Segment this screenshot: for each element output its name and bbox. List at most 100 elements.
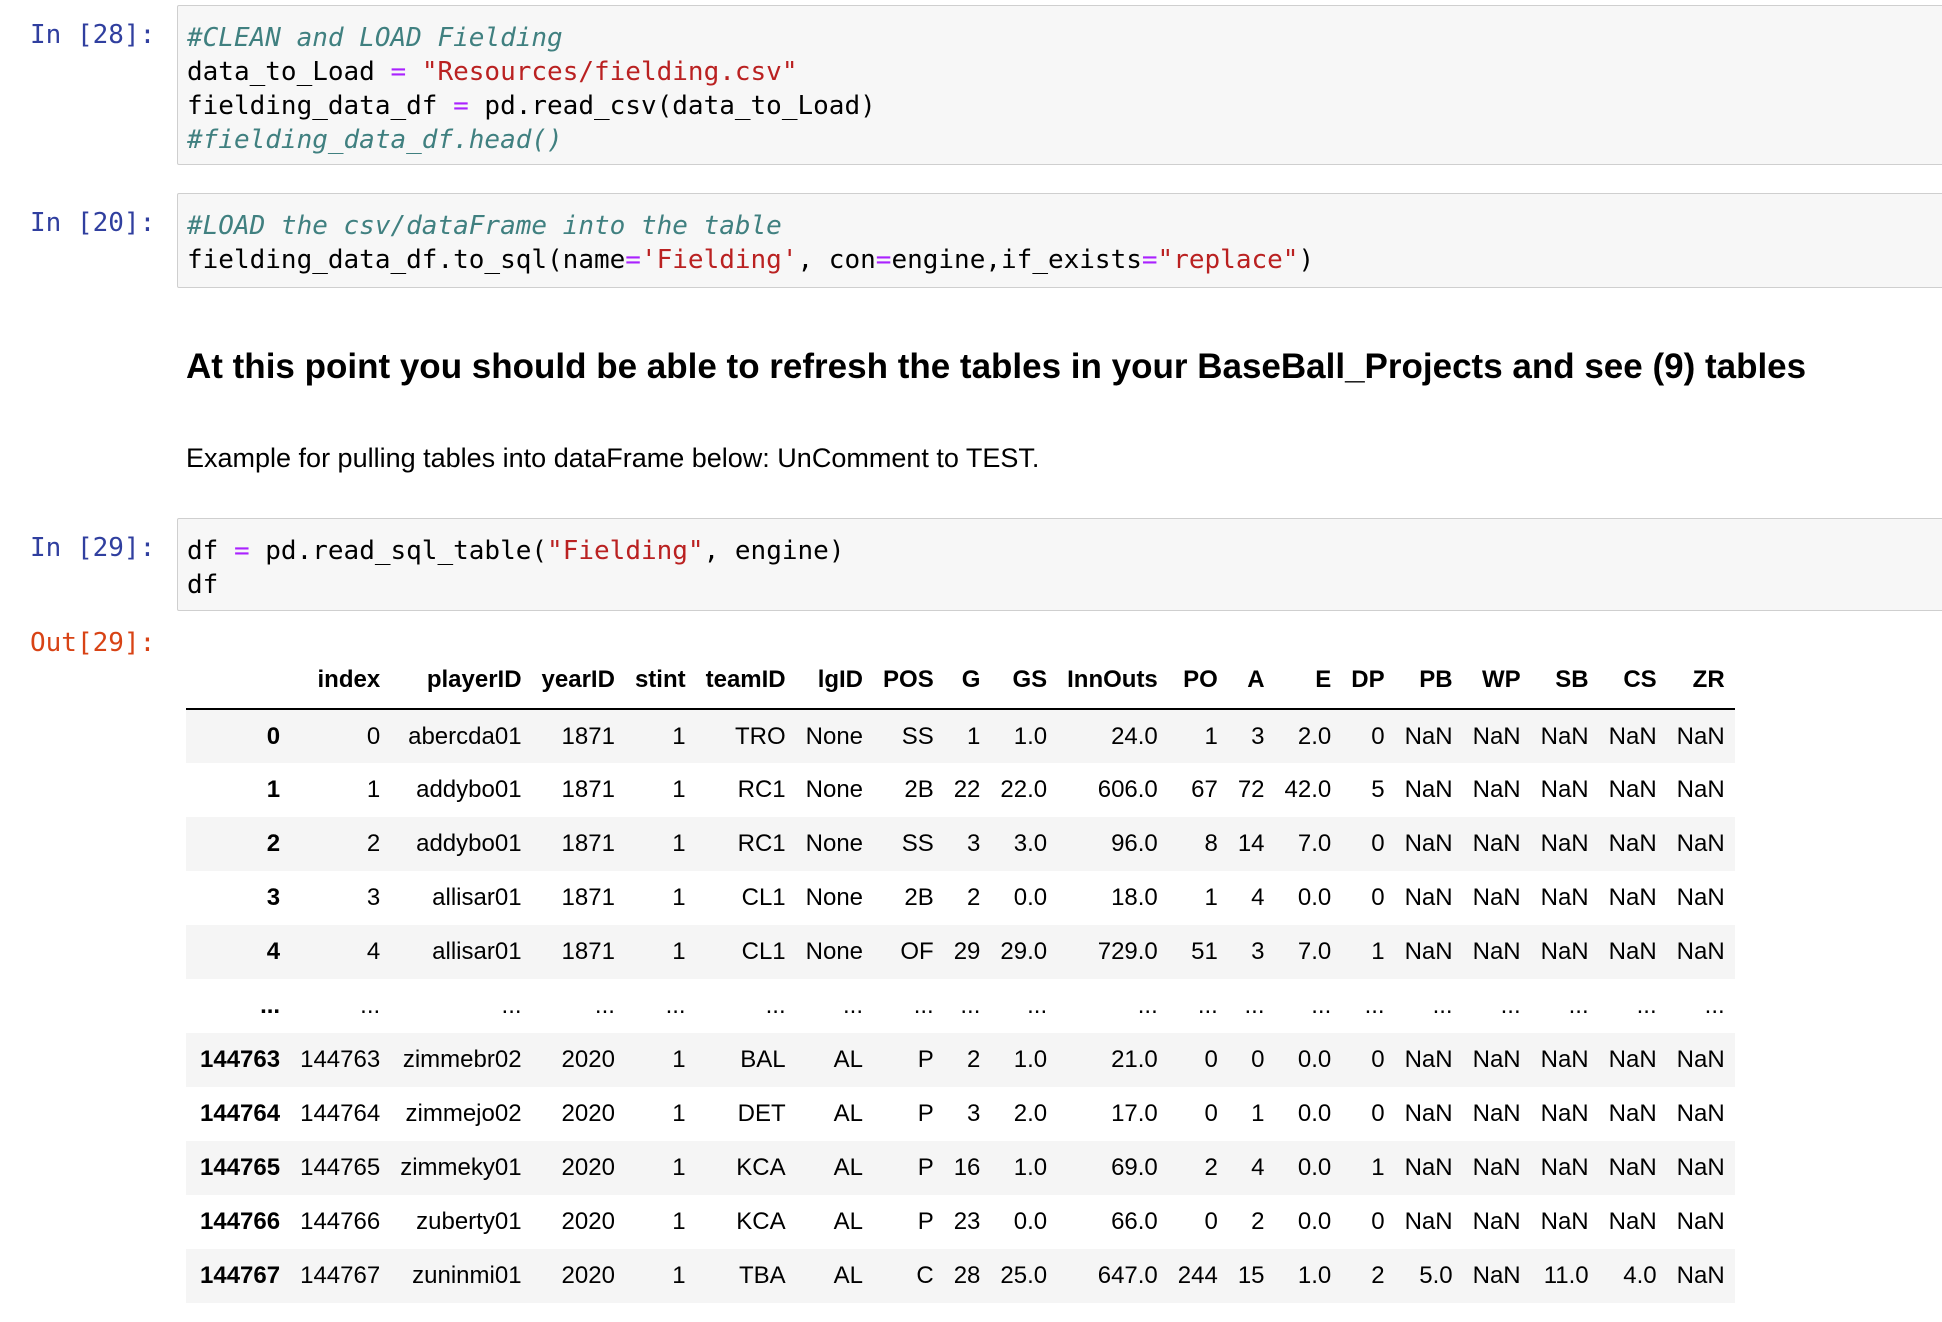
table-cell: NaN [1540,1100,1589,1127]
table-cell: SS [901,830,934,857]
table-cell: AL [833,1046,864,1073]
code-cell-20[interactable]: #LOAD the csv/dataFrame into the table fi… [177,193,1942,288]
table-cell: 72 [1237,776,1265,803]
table-cell: P [917,1046,934,1073]
table-cell: 0.0 [1297,884,1332,911]
table-cell: AL [833,1208,864,1235]
table-cell: 0.0 [1013,1208,1048,1235]
code-editor-29[interactable]: df = pd.read_sql_table("Fielding", engin… [187,534,1942,602]
code-token: = [875,245,892,275]
table-cell: NaN [1608,776,1657,803]
table-cell: 4 [366,938,381,965]
row-index: 144766 [200,1208,281,1235]
table-cell: 7.0 [1297,938,1332,965]
code-token: fielding_data_df [187,91,454,121]
table-cell: 2.0 [1013,1100,1048,1127]
table-cell: 1 [672,1208,686,1235]
column-header: GS [990,652,1058,710]
table-cell: 0.0 [1297,1100,1332,1127]
table-cell: 1 [1204,722,1218,750]
table-cell: 0 [1371,722,1385,750]
table-cell: zimmeky01 [400,1154,522,1181]
table-cell: allisar01 [432,884,522,911]
table-cell: 11.0 [1543,1262,1589,1289]
code-line: df [187,568,1942,602]
column-header [186,652,291,710]
table-cell: 1 [1204,884,1218,911]
table-row: 0 0 abercda01 1871 1 TRO None SS 1 1.0 24.0 1 3 2.0 0 N… [186,709,1735,763]
table-cell: 3 [1251,938,1265,965]
table-cell: 606.0 [1097,776,1158,803]
table-cell: 14 [1237,830,1265,857]
table-cell: addybo01 [416,776,522,803]
row-index: 144765 [200,1154,281,1181]
table-row: 1 1 addybo01 1871 1 RC1 None 2B 22 22.0 606.0 67 72 4… [186,763,1735,817]
table-cell: NaN [1540,884,1589,911]
table-cell: 2020 [561,1208,615,1235]
table-cell: 1 [1251,1100,1265,1127]
table-cell: NaN [1676,1154,1725,1181]
table-cell: None [805,722,864,750]
row-index: 144767 [200,1262,281,1289]
table-cell: 0 [1371,1046,1385,1073]
table-cell: RC1 [737,830,786,857]
code-editor-28[interactable]: #CLEAN and LOAD Fielding data_to_Load = "… [187,21,1942,157]
table-cell: NaN [1404,1100,1453,1127]
table-cell: 729.0 [1097,938,1158,965]
table-cell: ... [1432,992,1453,1019]
table-cell: 2B [904,776,934,803]
table-cell: NaN [1540,1208,1589,1235]
table-cell: P [917,1208,934,1235]
table-cell: None [805,830,864,857]
table-cell: 0 [1204,1046,1218,1073]
table-cell: 144767 [300,1262,381,1289]
table-cell: 1 [672,1154,686,1181]
code-token: #LOAD the csv/dataFrame into the table [187,211,782,241]
table-cell: NaN [1404,722,1453,750]
table-cell: 3.0 [1013,830,1048,857]
table-cell: 22.0 [1000,776,1048,803]
code-token: 'Fielding' [640,245,798,275]
table-cell: SS [901,722,934,750]
column-header: DP [1341,652,1395,710]
input-prompt-20: In [20]: [30,208,156,238]
row-index: ... [260,992,281,1019]
table-cell: 2 [1251,1208,1265,1235]
code-line: data_to_Load = "Resources/fielding.csv" [187,55,1942,89]
table-cell: 51 [1191,938,1218,965]
table-cell: NaN [1472,1208,1521,1235]
table-cell: P [917,1100,934,1127]
code-editor-20[interactable]: #LOAD the csv/dataFrame into the table fi… [187,209,1942,277]
table-cell: 2020 [561,1046,615,1073]
table-cell: 2 [366,830,381,857]
table-cell: 5.0 [1419,1262,1453,1289]
table-cell: 1 [672,1262,686,1289]
table-cell: DET [737,1100,786,1127]
table-cell: NaN [1404,776,1453,803]
row-index: 4 [266,938,281,965]
code-cell-29[interactable]: df = pd.read_sql_table("Fielding", engin… [177,518,1942,611]
table-cell: 1 [672,884,686,911]
code-cell-28[interactable]: #CLEAN and LOAD Fielding data_to_Load = "… [177,5,1942,165]
table-cell: NaN [1540,1154,1589,1181]
table-cell: None [805,884,864,911]
table-cell: NaN [1608,830,1657,857]
table-cell: 1.0 [1013,1046,1048,1073]
table-cell: 1 [672,776,686,803]
table-cell: 0.0 [1297,1046,1332,1073]
table-cell: P [917,1154,934,1181]
table-cell: AL [833,1262,864,1289]
column-header: playerID [390,652,532,710]
table-cell: 2B [904,884,934,911]
table-cell: NaN [1404,1154,1453,1181]
column-header: A [1227,652,1275,710]
table-cell: 0 [1371,884,1385,911]
table-cell: 1 [672,1046,686,1073]
table-cell: 4.0 [1623,1262,1657,1289]
column-header: G [943,652,991,710]
table-cell: 1871 [561,722,615,750]
table-cell: NaN [1472,884,1521,911]
table-cell: 96.0 [1111,830,1158,857]
column-header: ZR [1666,652,1735,710]
table-cell: RC1 [737,776,786,803]
